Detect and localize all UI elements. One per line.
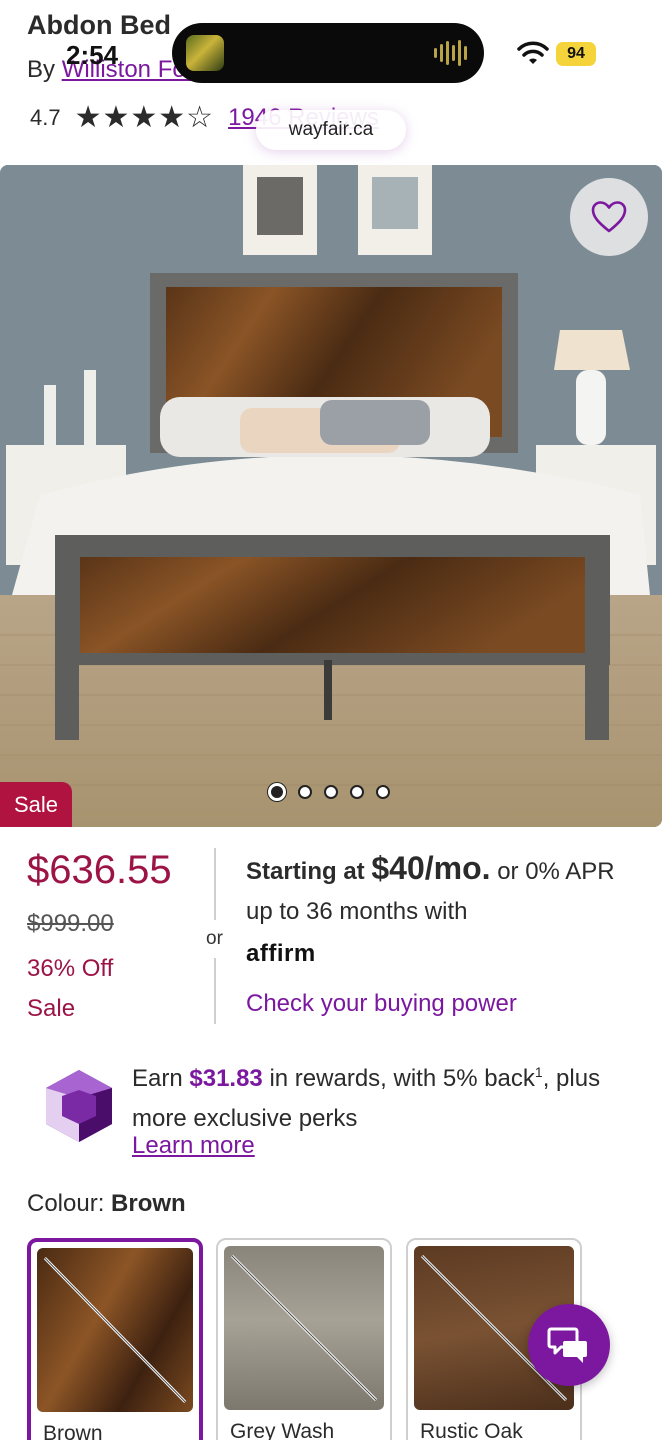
audio-waveform-icon: [434, 39, 468, 67]
pagination-dot[interactable]: [324, 785, 338, 799]
colour-selected: Brown: [111, 1190, 186, 1217]
purple-gem-icon: [46, 1070, 112, 1142]
affirm-wordmark: affirm: [246, 940, 316, 967]
pagination-dot[interactable]: [298, 785, 312, 799]
rewards-earn: Earn: [132, 1065, 183, 1092]
sale-label: Sale: [27, 995, 76, 1022]
percent-off: 36% Off: [27, 955, 114, 982]
rewards-footnote: 1: [534, 1064, 543, 1080]
sale-badge: Sale: [0, 782, 73, 827]
divider: [214, 848, 216, 920]
rewards-mid: in rewards, with 5% back: [269, 1065, 535, 1092]
product-image[interactable]: [0, 165, 662, 827]
byline-prefix: By: [27, 56, 56, 83]
rewards-text: Earn $31.83 in rewards, with 5% back1, p…: [132, 1052, 632, 1139]
monthly-payment: $40/mo.: [371, 850, 491, 886]
swatch-name: Rustic Oak: [420, 1420, 523, 1440]
battery-indicator: 94: [556, 42, 596, 66]
rewards-amount: $31.83: [189, 1065, 263, 1092]
pagination-dot[interactable]: [350, 785, 364, 799]
heart-outline-icon: [591, 201, 627, 233]
pagination-dot[interactable]: [268, 783, 286, 801]
divider: [214, 958, 216, 1024]
now-playing-artwork: [186, 35, 224, 71]
gallery-pagination[interactable]: [268, 783, 390, 801]
swatch-texture: [37, 1248, 193, 1412]
product-title: Abdon Bed: [27, 10, 171, 40]
bed-photo: [0, 165, 662, 827]
affirm-logo: affirm: [246, 940, 316, 968]
favorite-button[interactable]: [570, 178, 648, 256]
starting-at: Starting at: [246, 858, 365, 885]
pagination-dot[interactable]: [376, 785, 390, 799]
colour-option-brown[interactable]: Brown: [27, 1238, 203, 1440]
dynamic-island: [172, 23, 484, 83]
wifi-icon: [517, 41, 549, 64]
colour-label: Colour: Brown: [27, 1190, 186, 1218]
rating-value: 4.7: [30, 104, 61, 130]
swatch-name: Brown: [43, 1422, 103, 1440]
url-bar[interactable]: wayfair.ca: [256, 110, 406, 150]
star-rating-icon: ★★★★☆: [74, 101, 215, 134]
original-price: $999.00: [27, 910, 114, 937]
status-time: 2:54: [66, 40, 119, 70]
sale-price: $636.55: [27, 848, 172, 892]
unavailable-slash-icon: [230, 1254, 378, 1402]
colour-label-prefix: Colour:: [27, 1190, 105, 1217]
check-buying-power-link[interactable]: Check your buying power: [246, 990, 517, 1018]
swatch-texture: [224, 1246, 384, 1410]
chat-button[interactable]: [528, 1304, 610, 1386]
or-separator: or: [206, 928, 223, 949]
chat-bubbles-icon: [547, 1327, 587, 1363]
financing-text: Starting at $40/mo. or 0% APR up to 36 m…: [246, 848, 642, 932]
swatch-name: Grey Wash: [230, 1420, 335, 1440]
unavailable-slash-icon: [43, 1256, 187, 1404]
learn-more-link[interactable]: Learn more: [132, 1132, 255, 1160]
colour-option-grey-wash[interactable]: Grey Wash: [216, 1238, 392, 1440]
